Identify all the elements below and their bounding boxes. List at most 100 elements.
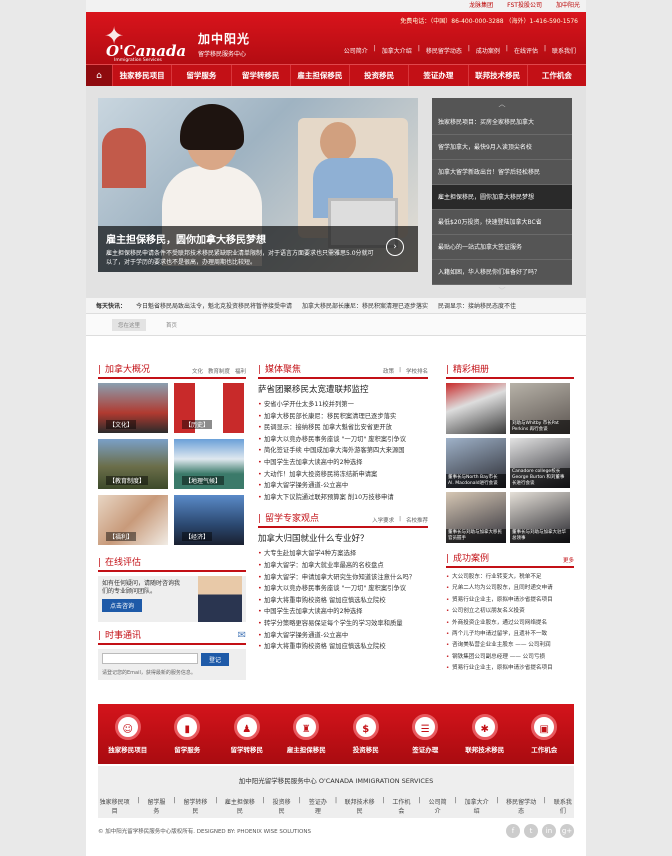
consult-button[interactable]: 点击咨询	[102, 599, 143, 612]
list-item[interactable]: 简化签证手续 中国成加拿大海外游客第四大来源国	[258, 445, 428, 457]
album-photo[interactable]	[446, 383, 506, 434]
subnav-link[interactable]: 加拿大介绍	[380, 45, 414, 56]
list-item[interactable]: 加拿大留学操务通道-公立高中	[258, 480, 428, 492]
list-item[interactable]: 贸易行业企业主，原拟申请沙省提名项目	[446, 595, 574, 606]
tab-link[interactable]: 入学要求	[372, 516, 394, 524]
economy-tile[interactable]: 【经济】	[174, 495, 244, 545]
subnav-link[interactable]: 联系我们	[550, 45, 578, 56]
geography-tile[interactable]: 【地理气候】	[174, 439, 244, 489]
list-item[interactable]: 咨询美私营企业业主股东 —— 公司利润	[446, 640, 574, 651]
nav-item[interactable]: 雇主担保移民	[289, 64, 349, 87]
footer-link[interactable]: 签证办理	[307, 797, 329, 815]
footer-service[interactable]: ✱ 联邦技术移民	[455, 714, 515, 754]
list-item[interactable]: 大专生赴加拿大留学4种方案选择	[258, 548, 428, 560]
nav-item[interactable]: 留学转移民	[230, 64, 290, 87]
footer-link[interactable]: 留学服务	[145, 797, 167, 815]
slide-item[interactable]: 最低$20万投资，快速登陆加拿大BC省	[432, 210, 572, 235]
list-item[interactable]: 贸易行业企业主，原拟申请沙省提名项目	[446, 663, 574, 674]
nav-item[interactable]: 工作机会	[526, 64, 586, 87]
nav-item[interactable]: 签证办理	[408, 64, 467, 87]
album-photo[interactable]: 董事长与刘助与加拿大移民官员握手	[446, 492, 506, 543]
list-item[interactable]: 加拿大留学：申请加拿大研究生你知道该注意什么吗？	[258, 572, 428, 584]
subnav-link[interactable]: 公司简介	[342, 45, 370, 56]
list-item[interactable]: 民调显示：接纳移民 加拿大魁省比安省更开放	[258, 422, 428, 434]
slide-item[interactable]: 留学加拿大，最快9月入读顶尖名校	[432, 135, 572, 160]
ticker-item[interactable]: 加拿大移民部长康尼：移民积案清理已逐步落实	[302, 301, 428, 310]
list-item[interactable]: 公司创立之初以朋友名义投资	[446, 606, 574, 617]
list-item[interactable]: 安省小学开仕太多11校并列第一	[258, 399, 428, 411]
footer-link[interactable]: 留学转移民	[182, 797, 210, 815]
google-plus-icon[interactable]: g+	[560, 824, 574, 838]
headline[interactable]: 萨省团聚移民太宽遭联邦监控	[258, 383, 428, 395]
footer-link[interactable]: 联系我们	[552, 797, 574, 815]
more-link[interactable]: 更多	[563, 556, 574, 564]
album-photo[interactable]: 董事长与刘助与加拿大驻华总领事	[510, 492, 570, 543]
subnav-link[interactable]: 移民留学动态	[424, 45, 464, 56]
list-item[interactable]: 大公司股东：行业转变大，税单不足	[446, 572, 574, 583]
slide-item[interactable]: 最贴心的一站式加拿大签证服务	[432, 235, 572, 260]
list-item[interactable]: 加拿大留学：加拿大就业率最高的名校盘点	[258, 560, 428, 572]
twitter-icon[interactable]: t	[524, 824, 538, 838]
list-item[interactable]: 转学分策略更容易保证每个学生的学习效率和质量	[258, 618, 428, 630]
nav-item[interactable]: 留学服务	[171, 64, 230, 87]
footer-service[interactable]: ▮ 留学服务	[158, 714, 218, 754]
education-tile[interactable]: 【教育制度】	[98, 439, 168, 489]
footer-service[interactable]: $ 投资移民	[336, 714, 396, 754]
tab-link[interactable]: 福利	[235, 367, 246, 375]
tab-link[interactable]: 政策	[383, 367, 394, 375]
list-item[interactable]: 加拿大以竞办移民事务座谈 "一刀切" 废积案引争议	[258, 583, 428, 595]
list-item[interactable]: 加拿大移民部长康尼：移民积案清理已逐步落实	[258, 411, 428, 423]
list-item[interactable]: 中国学生去加拿大读高中的2种选择	[258, 457, 428, 469]
footer-link[interactable]: 雇主担保移民	[223, 797, 256, 815]
nav-item[interactable]: 联邦技术移民	[467, 64, 527, 87]
footer-link[interactable]: 加拿大介绍	[463, 797, 491, 815]
nav-item[interactable]: 独家移民项目	[112, 64, 171, 87]
list-item[interactable]: 外商投资企业股东，通过公司网络提名	[446, 618, 574, 629]
email-input[interactable]	[102, 653, 198, 664]
facebook-icon[interactable]: f	[506, 824, 520, 838]
album-photo[interactable]: 刘助与Whitby 市长Pat Perkins 再行会谈	[510, 383, 570, 434]
welfare-tile[interactable]: 【福利】	[98, 495, 168, 545]
breadcrumb-home[interactable]: 首页	[166, 321, 177, 329]
footer-service[interactable]: ♜ 雇主担保移民	[277, 714, 337, 754]
ticker-item[interactable]: 民调显示：接纳移民态度不佳	[438, 301, 516, 310]
subnav-link[interactable]: 成功案例	[474, 45, 502, 56]
home-icon[interactable]: ⌂	[86, 64, 112, 87]
footer-link[interactable]: 联邦技术移民	[343, 797, 376, 815]
list-item[interactable]: 大动作！加拿大投资移民将冻结新申请案	[258, 469, 428, 481]
culture-tile[interactable]: 【文化】	[98, 383, 168, 433]
list-item[interactable]: 钢铁集团公司副总经理 —— 公司亏损	[446, 652, 574, 663]
top-link[interactable]: 加中阳光	[556, 0, 580, 12]
next-arrow-icon[interactable]: ›	[386, 238, 404, 256]
footer-link[interactable]: 独家移民项目	[98, 797, 131, 815]
footer-service[interactable]: ☺ 独家移民项目	[98, 714, 158, 754]
slide-item-active[interactable]: 雇主担保移民，圆你加拿大移民梦想	[432, 185, 572, 210]
footer-link[interactable]: 移民留学动态	[505, 797, 538, 815]
list-item[interactable]: 两个儿子均申请过留学，且遗补不一致	[446, 629, 574, 640]
slide-item[interactable]: 独家移民项目：买房全家移民加拿大	[432, 110, 572, 135]
chevron-up-icon[interactable]: ︿	[432, 98, 572, 110]
list-item[interactable]: 加拿大以竞办移民事务座谈 "一刀切" 废积案引争议	[258, 434, 428, 446]
top-link[interactable]: FST投股公司	[507, 0, 542, 12]
footer-link[interactable]: 公司简介	[427, 797, 449, 815]
footer-link[interactable]: 工作机会	[390, 797, 412, 815]
ticker-item[interactable]: 今日魁省移民局致出法令，魁北克投资移民将暂停接受申请	[136, 301, 292, 310]
logo[interactable]: ✦ O'Canada Immigration Services	[94, 18, 198, 63]
nav-item[interactable]: 投资移民	[349, 64, 408, 87]
list-item[interactable]: 加拿大留学操务通道-公立高中	[258, 630, 428, 642]
tab-link[interactable]: 学校排名	[406, 367, 428, 375]
headline[interactable]: 加拿大归国就业什么专业好？	[258, 532, 428, 544]
linkedin-icon[interactable]: in	[542, 824, 556, 838]
chevron-down-icon[interactable]: ﹀	[432, 285, 572, 297]
top-link[interactable]: 龙脉集团	[469, 0, 493, 12]
tab-link[interactable]: 文化	[192, 367, 203, 375]
list-item[interactable]: 加拿大将重审购校资格 留加应慎选私立院校	[258, 641, 428, 653]
list-item[interactable]: 加拿大下议院通过联邦预算案 削10万技移申请	[258, 492, 428, 504]
register-button[interactable]: 登记	[201, 653, 230, 666]
history-tile[interactable]: 【历史】	[174, 383, 244, 433]
footer-service[interactable]: ☰ 签证办理	[396, 714, 456, 754]
tab-link[interactable]: 名校推荐	[406, 516, 428, 524]
subnav-link[interactable]: 在线评估	[512, 45, 540, 56]
list-item[interactable]: 中国学生去加拿大读高中的2种选择	[258, 606, 428, 618]
hero-title[interactable]: 雇主担保移民，圆你加拿大移民梦想	[106, 231, 410, 246]
